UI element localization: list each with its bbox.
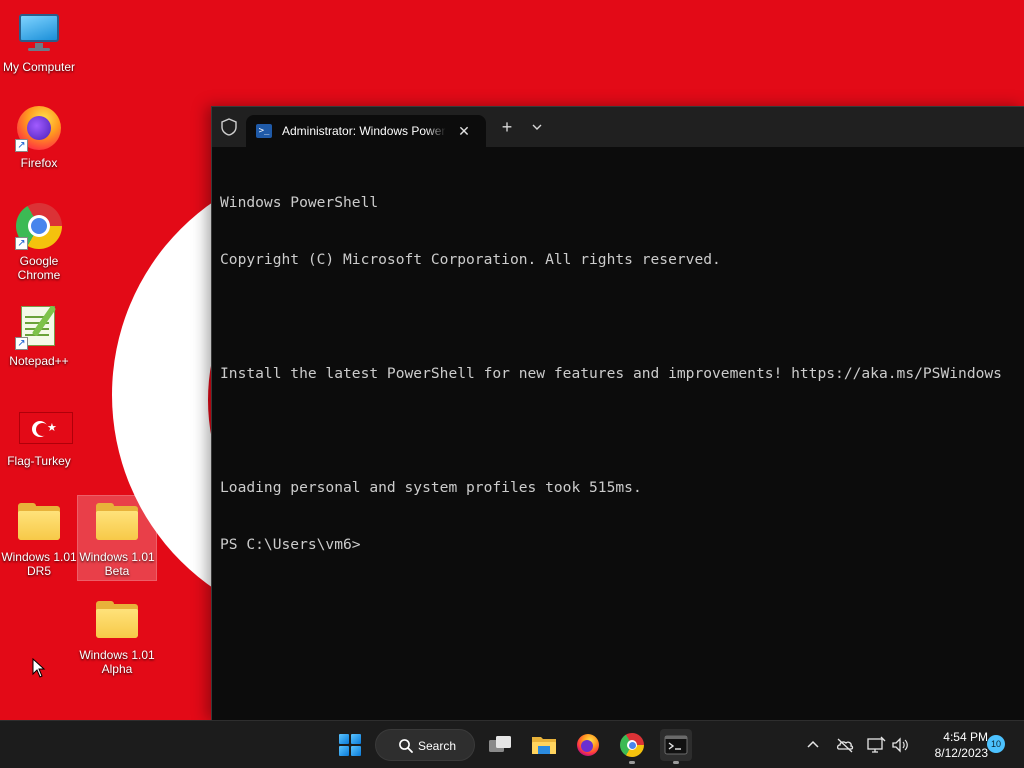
folder-icon	[93, 596, 141, 644]
chrome-icon	[620, 733, 644, 757]
powershell-icon: >_	[256, 124, 272, 138]
close-tab-button[interactable]: ✕	[454, 121, 474, 141]
flag-icon: ★	[15, 402, 73, 450]
tab-administrator-powershell[interactable]: >_ Administrator: Windows PowerShell ✕	[246, 115, 486, 147]
shortcut-arrow-icon: ↗	[15, 337, 28, 350]
notepadpp-icon: ↗	[15, 302, 63, 350]
folder-icon	[15, 498, 63, 546]
search-label: Search	[418, 739, 457, 753]
chevron-down-icon[interactable]	[526, 117, 548, 137]
taskbar: Search 4:54 PM 8/12/2023	[0, 720, 1024, 768]
desktop-icon-label: Google Chrome	[17, 254, 61, 282]
desktop-icon-notepadpp[interactable]: ↗ Notepad++	[0, 302, 78, 368]
chrome-icon: ↗	[15, 202, 63, 250]
folder-icon	[93, 498, 141, 546]
shortcut-arrow-icon: ↗	[15, 139, 28, 152]
desktop-icon-label: Firefox	[20, 156, 58, 170]
mouse-pointer-icon	[32, 658, 46, 678]
network-icon[interactable]	[866, 735, 886, 755]
volume-icon[interactable]	[890, 735, 910, 755]
desktop-icon-my-computer[interactable]: My Computer	[0, 8, 78, 74]
console-line: Windows PowerShell	[220, 194, 379, 211]
terminal-window[interactable]: >_ Administrator: Windows PowerShell ✕ +…	[211, 106, 1024, 720]
start-button[interactable]	[334, 729, 366, 761]
desktop-icon-label: Windows 1.01 DR5	[1, 550, 77, 578]
desktop-icon-firefox[interactable]: ↗ Firefox	[0, 104, 78, 170]
clock-time: 4:54 PM	[943, 730, 988, 744]
desktop-icon-flag-turkey[interactable]: ★ Flag-Turkey	[0, 402, 78, 468]
desktop-icon-google-chrome[interactable]: ↗ Google Chrome	[0, 202, 78, 282]
terminal-titlebar[interactable]: >_ Administrator: Windows PowerShell ✕ +	[212, 107, 1024, 147]
taskbar-search[interactable]: Search	[375, 729, 475, 761]
console-line: Copyright (C) Microsoft Corporation. All…	[220, 251, 721, 268]
taskbar-clock[interactable]: 4:54 PM 8/12/2023	[918, 729, 988, 761]
desktop-icon-label: Flag-Turkey	[7, 454, 71, 468]
desktop-icon-label: Windows 1.01 Alpha	[79, 648, 155, 676]
terminal-icon	[664, 735, 688, 755]
new-tab-button[interactable]: +	[496, 117, 518, 137]
notification-badge[interactable]: 10	[987, 735, 1005, 753]
taskbar-terminal-button[interactable]	[660, 729, 692, 764]
desktop-icon-folder-beta[interactable]: Windows 1.01 Beta	[77, 495, 157, 581]
firefox-icon: ↗	[15, 104, 63, 152]
console-prompt[interactable]: PS C:\Users\vm6>	[220, 535, 1020, 554]
desktop-icon-folder-alpha[interactable]: Windows 1.01 Alpha	[78, 596, 156, 676]
shortcut-arrow-icon: ↗	[15, 237, 28, 250]
file-explorer-button[interactable]	[528, 729, 560, 761]
desktop-icon-label: My Computer	[2, 60, 76, 74]
task-view-button[interactable]	[484, 729, 516, 761]
desktop-icon-label: Windows 1.01 Beta	[79, 550, 155, 578]
taskbar-firefox-button[interactable]	[572, 729, 604, 761]
console-line: Loading personal and system profiles too…	[220, 479, 642, 496]
task-view-icon	[489, 736, 511, 752]
firefox-icon	[577, 734, 599, 756]
tab-title: Administrator: Windows PowerShell	[282, 124, 446, 138]
admin-shield-icon	[221, 118, 237, 136]
taskbar-chrome-button[interactable]	[616, 729, 648, 764]
desktop-icon-folder-dr5[interactable]: Windows 1.01 DR5	[0, 498, 78, 578]
desktop-icon-label: Notepad++	[9, 354, 69, 368]
onedrive-offline-icon[interactable]	[835, 735, 855, 755]
file-explorer-icon	[532, 737, 556, 754]
monitor-icon	[15, 8, 63, 56]
console-output[interactable]: Windows PowerShell Copyright (C) Microso…	[220, 155, 1020, 715]
chevron-up-icon[interactable]	[803, 735, 823, 755]
clock-date: 8/12/2023	[934, 746, 988, 760]
console-line: Install the latest PowerShell for new fe…	[220, 365, 1002, 382]
search-icon	[399, 739, 413, 753]
